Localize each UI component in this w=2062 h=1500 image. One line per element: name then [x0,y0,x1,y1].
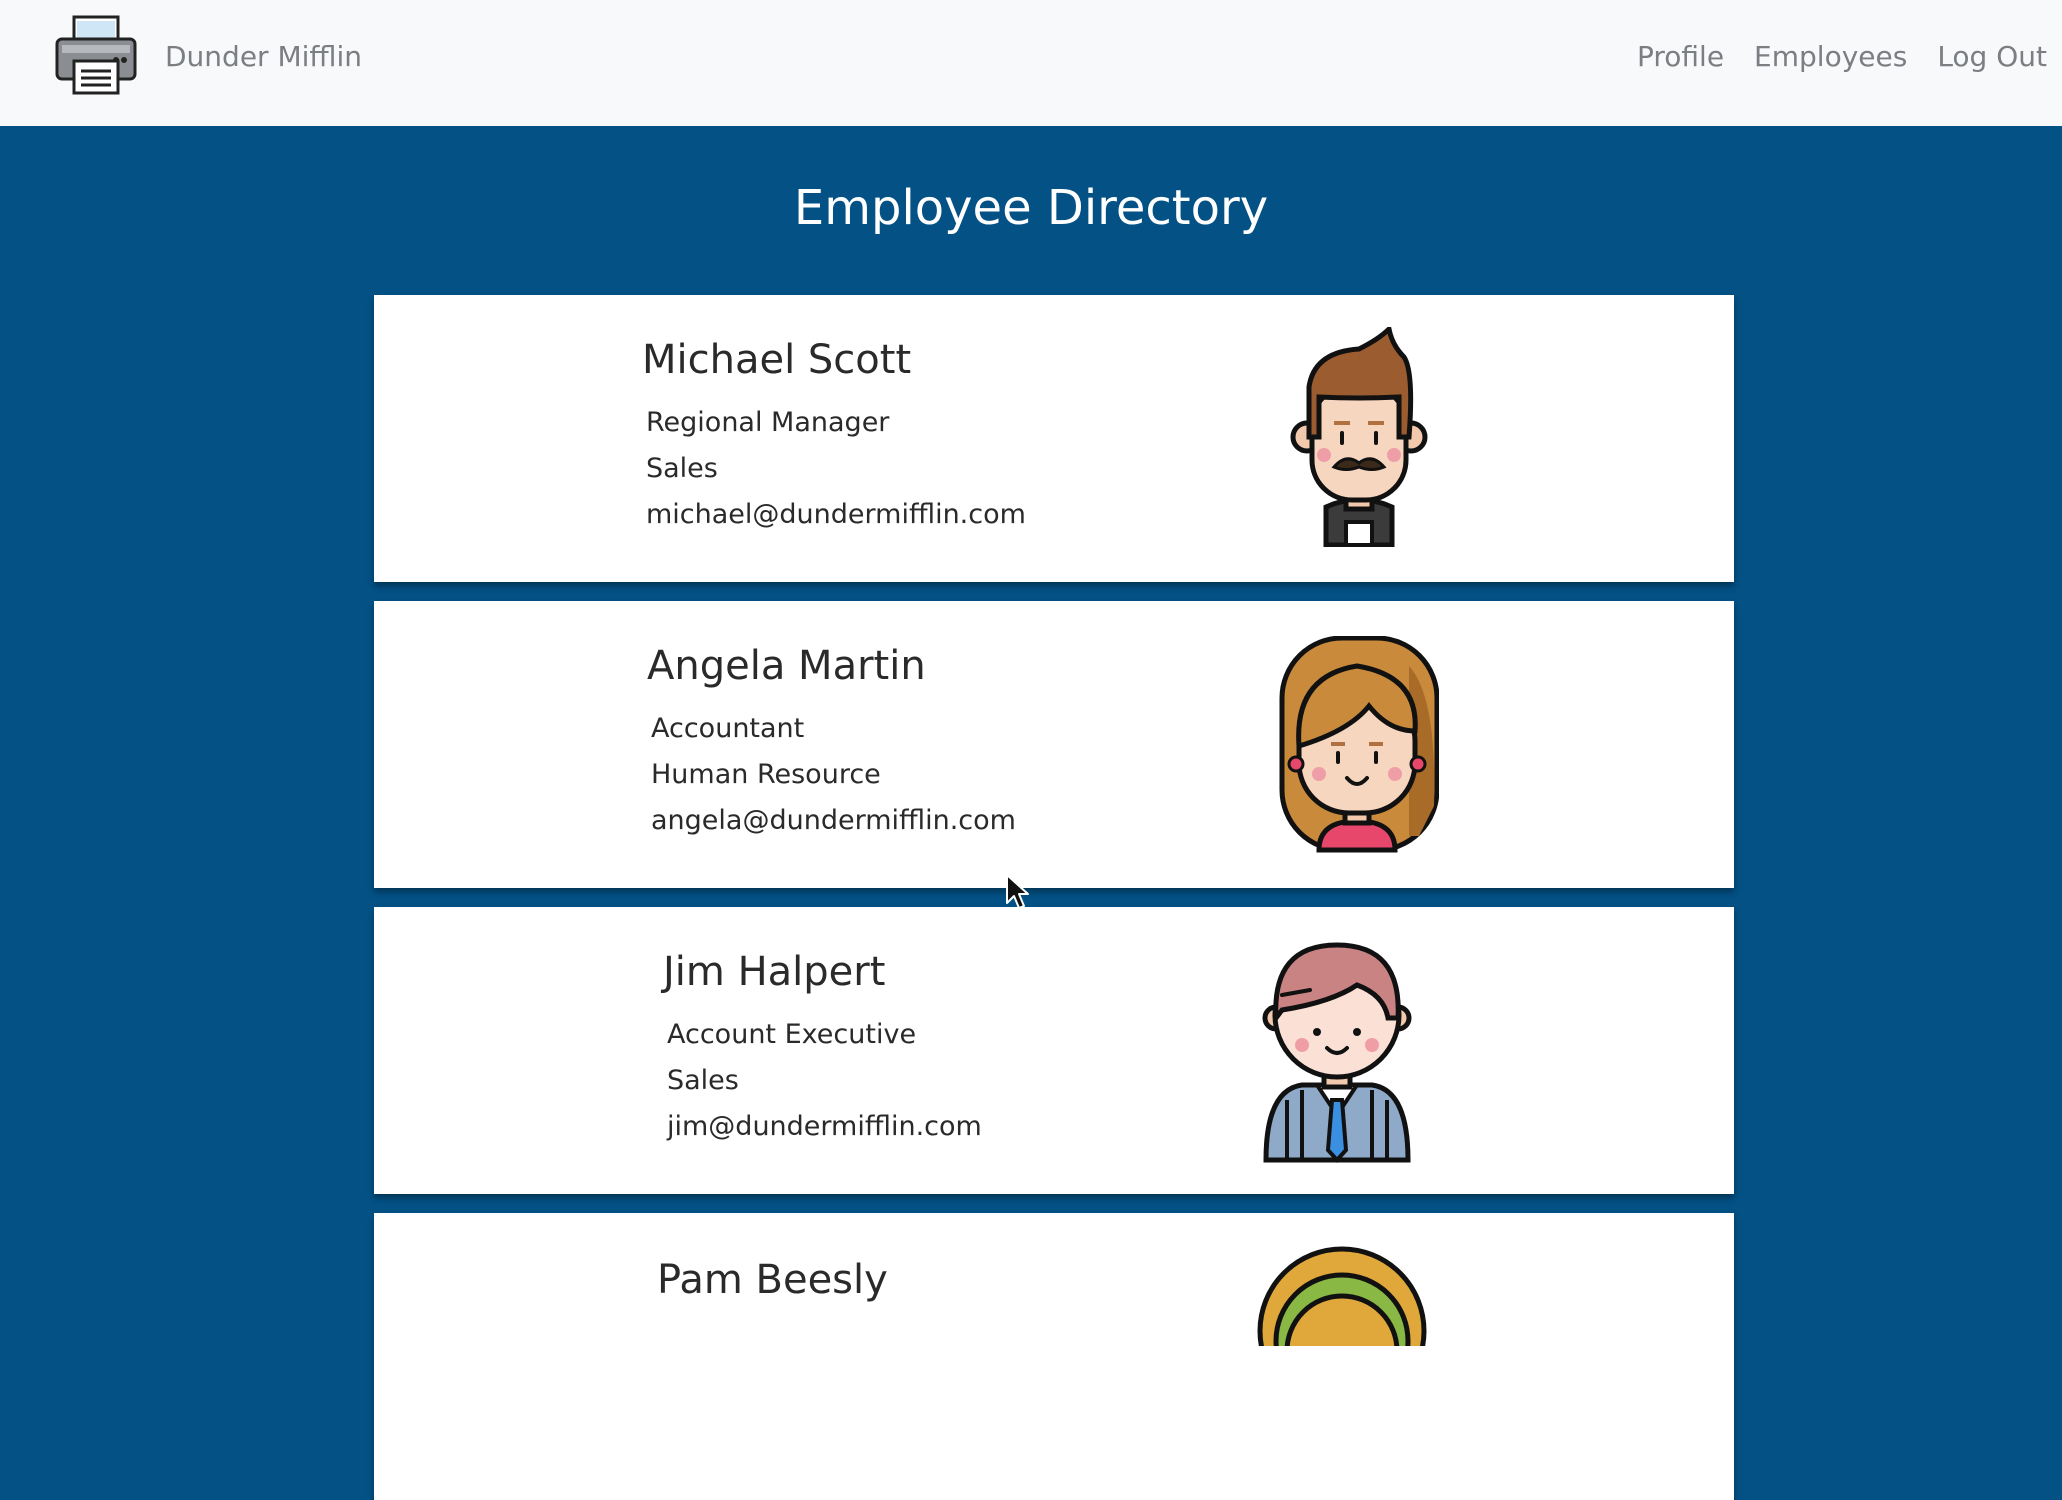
nav-link-employees[interactable]: Employees [1754,40,1907,73]
employee-email: jim@dundermifflin.com [667,1111,982,1142]
employee-department: Human Resource [651,759,881,790]
avatar-angela-icon [1279,636,1439,853]
avatar-pam-icon [1257,1246,1427,1346]
nav-link-profile[interactable]: Profile [1637,40,1724,73]
employee-email: michael@dundermifflin.com [646,499,1026,530]
page-title: Employee Directory [793,180,1269,236]
employee-department: Sales [667,1065,739,1096]
employee-email: angela@dundermifflin.com [651,805,1016,836]
avatar-jim-icon [1262,942,1412,1163]
avatar-michael-icon [1290,327,1428,547]
printer-icon[interactable] [54,15,138,95]
employee-card: Jim Halpert Account Executive Sales jim@… [374,907,1734,1194]
employee-card: Angela Martin Accountant Human Resource … [374,601,1734,888]
employee-name: Michael Scott [642,337,912,383]
employee-card: Michael Scott Regional Manager Sales mic… [374,295,1734,582]
employee-role: Regional Manager [646,407,890,438]
employee-name: Angela Martin [647,643,926,689]
nav-link-logout[interactable]: Log Out [1937,40,2047,73]
employee-name: Pam Beesly [657,1257,888,1303]
employee-department: Sales [646,453,718,484]
nav-links: Profile Employees Log Out [1607,40,2047,73]
mouse-pointer-icon [1006,874,1029,909]
brand-name[interactable]: Dunder Mifflin [165,40,362,73]
employee-card: Pam Beesly [374,1213,1734,1500]
navbar: Dunder Mifflin Profile Employees Log Out [0,0,2062,126]
employee-role: Account Executive [667,1019,917,1050]
employee-role: Accountant [651,713,805,744]
employee-name: Jim Halpert [663,949,886,995]
